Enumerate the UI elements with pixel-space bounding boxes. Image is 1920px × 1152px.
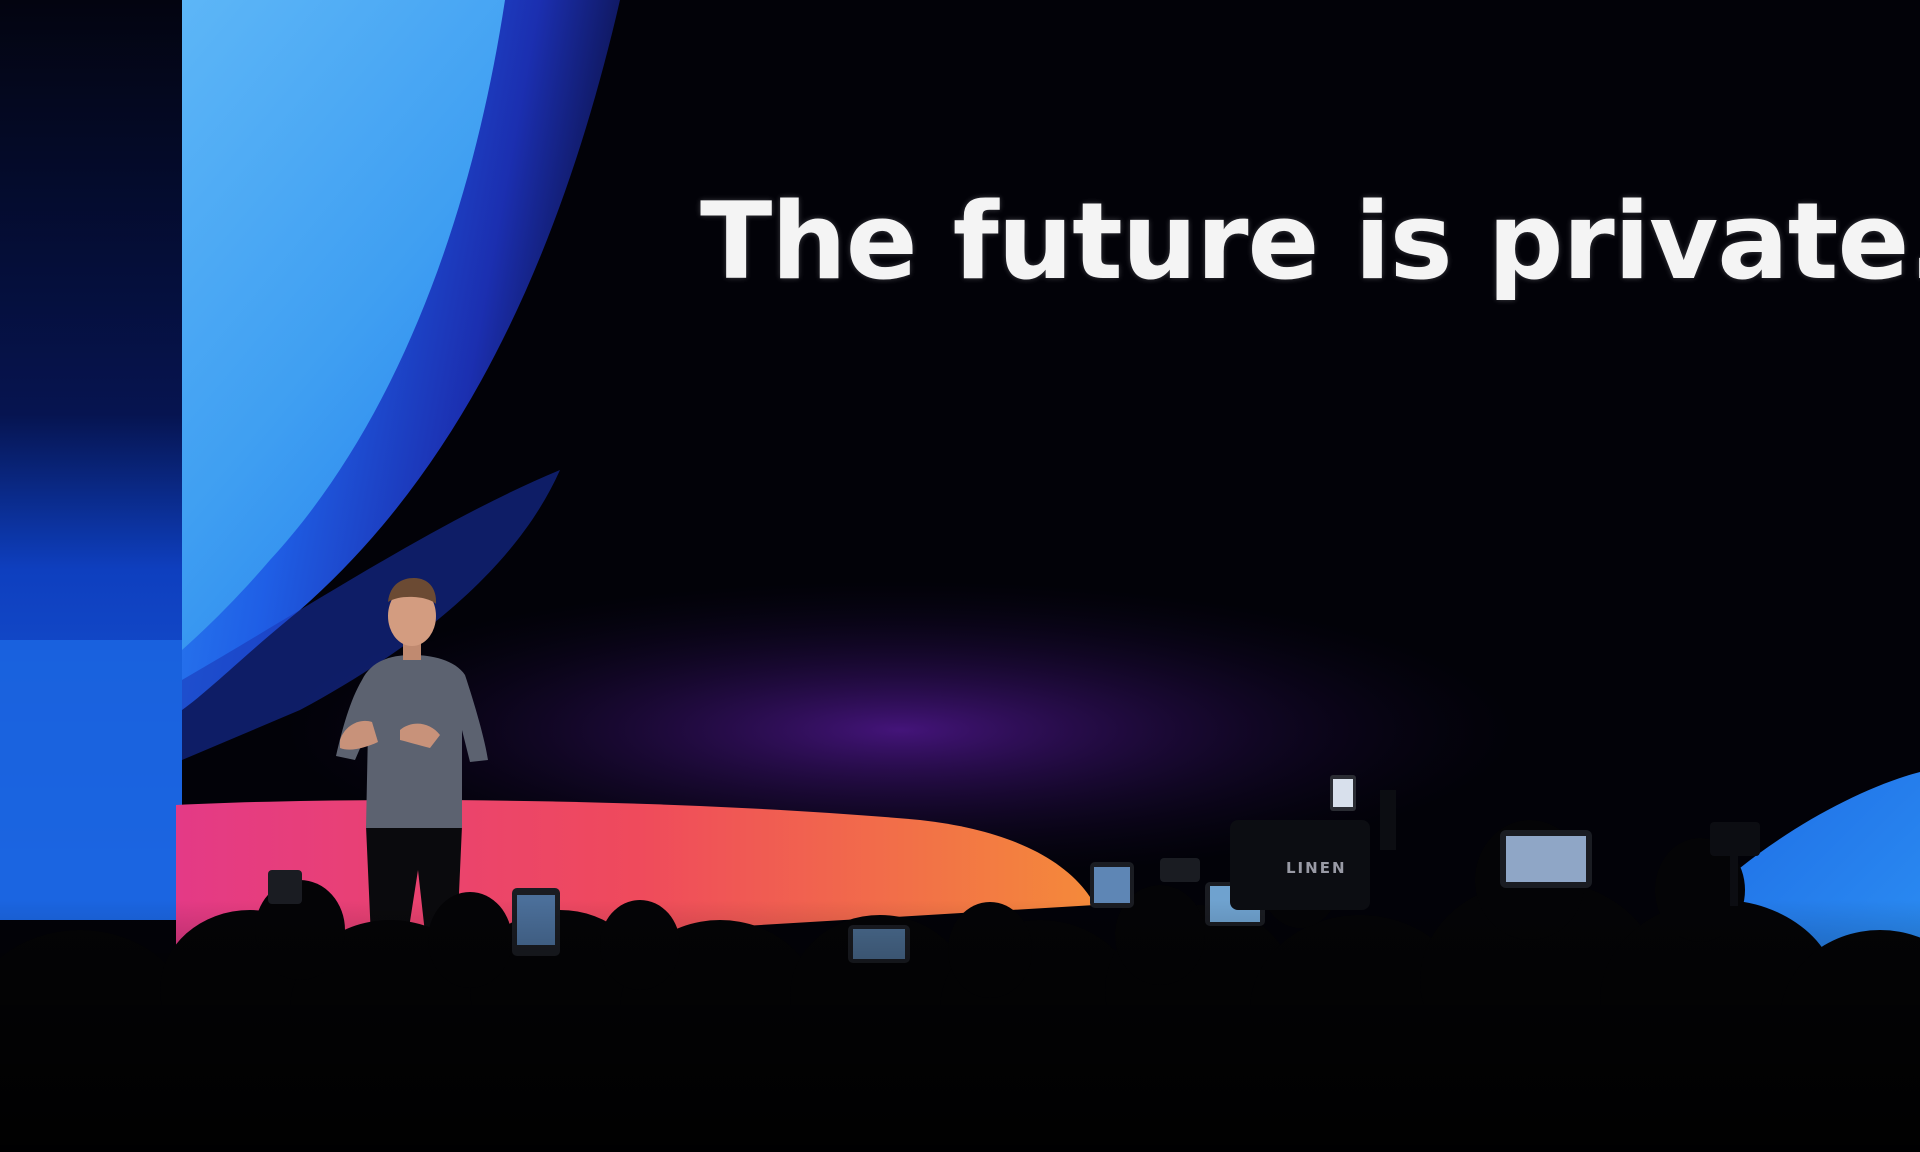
stage-illustration <box>0 0 1920 1152</box>
camera-label: LINEN <box>1286 859 1347 877</box>
screen-headline: The future is private. <box>700 180 1920 303</box>
stage-scene: The future is private. LINEN <box>0 0 1920 1152</box>
left-side-panel-lower <box>0 640 182 920</box>
audience-shadow <box>0 900 1920 1152</box>
